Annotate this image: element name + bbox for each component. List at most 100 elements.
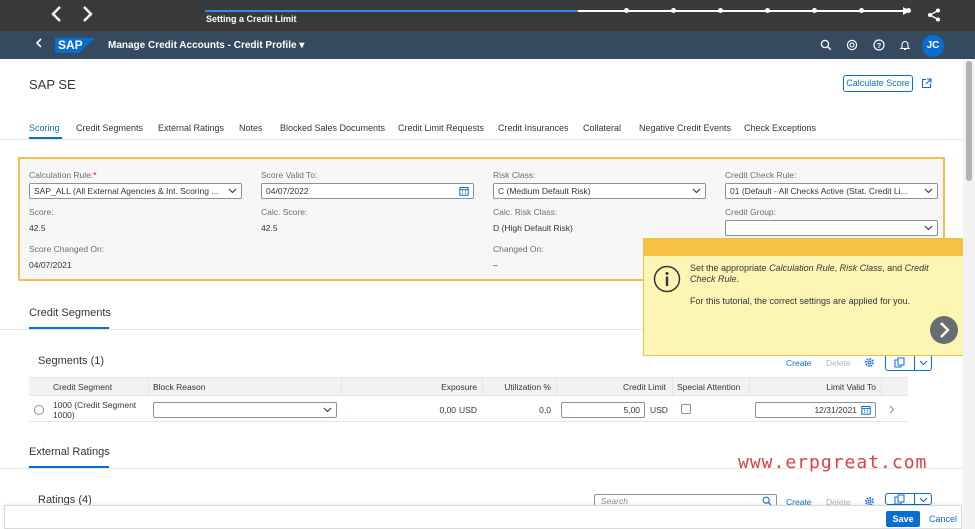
copy-icon <box>894 357 905 370</box>
open-external-icon[interactable] <box>921 78 932 91</box>
credit-limit-currency: USD <box>650 405 668 415</box>
tab-credit-limit-requests[interactable]: Credit Limit Requests <box>398 123 484 133</box>
help-icon[interactable]: ? <box>873 39 885 53</box>
object-title: SAP SE <box>29 77 76 92</box>
chevron-right-icon <box>940 322 950 338</box>
tutorial-end-arrow-icon <box>903 7 910 15</box>
block-reason-select[interactable] <box>153 402 337 418</box>
button-divider <box>914 355 915 370</box>
calc-rule-select[interactable]: SAP_ALL (All External Agencies & Int. Sc… <box>29 183 242 199</box>
table-row[interactable]: 1000 (Credit Segment 1000) 0,00 USD 0,0 … <box>29 397 908 422</box>
popover-header-stripe <box>644 239 966 256</box>
save-button[interactable]: Save <box>886 511 920 527</box>
score-valid-label: Score Valid To: <box>261 170 318 180</box>
limit-valid-to-value: 12/31/2021 <box>814 405 857 415</box>
calculate-score-button[interactable]: Calculate Score <box>843 75 913 92</box>
shell-bar: SAP Manage Credit Accounts - Credit Prof… <box>0 31 975 59</box>
tutorial-step-dot <box>671 8 676 13</box>
col-separator <box>148 378 149 396</box>
col-separator <box>749 378 750 396</box>
tab-collateral[interactable]: Collateral <box>583 123 621 133</box>
segment-text-line2: 1000) <box>53 410 75 420</box>
calc-rule-label-text: Calculation Rule: <box>29 170 94 180</box>
tab-check-exceptions[interactable]: Check Exceptions <box>744 123 816 133</box>
risk-class-select[interactable]: C (Medium Default Risk) <box>493 183 706 199</box>
col-separator <box>672 378 673 396</box>
footer-toolbar: Save Cancel <box>4 505 962 529</box>
chevron-down-icon <box>323 403 332 417</box>
tab-notes[interactable]: Notes <box>239 123 263 133</box>
tutorial-step-dot <box>812 8 817 13</box>
credit-segments-section-title: Credit Segments <box>29 307 111 319</box>
instr-calc-rule: Calculation Rule <box>769 263 835 273</box>
col-separator <box>482 378 483 396</box>
col-separator <box>556 378 557 396</box>
export-menu-button[interactable] <box>885 354 932 371</box>
tab-external-ratings[interactable]: External Ratings <box>158 123 224 133</box>
check-rule-value: 01 (Default - All Checks Active (Stat. C… <box>730 186 908 196</box>
instr-end: . <box>736 274 740 284</box>
info-icon <box>653 265 681 295</box>
instr-risk-class: Risk Class <box>839 263 883 273</box>
share-icon[interactable] <box>927 8 941 24</box>
copilot-icon[interactable] <box>846 39 858 53</box>
chevron-down-icon <box>919 358 928 369</box>
tutorial-bar: Setting a Credit Limit <box>0 0 975 31</box>
chevron-down-icon <box>692 184 701 198</box>
external-ratings-section-title: External Ratings <box>29 446 110 458</box>
tutorial-next-button[interactable] <box>930 316 958 344</box>
cancel-button[interactable]: Cancel <box>929 514 957 524</box>
credit-group-select[interactable] <box>725 220 938 236</box>
export-menu-button[interactable] <box>885 493 932 505</box>
changed-on-label: Changed On: <box>493 244 544 254</box>
credit-limit-input[interactable]: 5,00 <box>561 402 645 418</box>
credit-limit-value: 5,00 <box>623 405 640 415</box>
tab-divider <box>0 139 963 140</box>
col-utilization: Utilization % <box>504 382 551 392</box>
check-rule-select[interactable]: 01 (Default - All Checks Active (Stat. C… <box>725 183 938 199</box>
calendar-icon[interactable] <box>459 186 469 198</box>
special-attention-checkbox[interactable] <box>681 404 691 414</box>
button-divider <box>914 494 915 504</box>
score-changed-value: 04/07/2021 <box>29 260 72 270</box>
tab-negative-credit-events[interactable]: Negative Credit Events <box>639 123 731 133</box>
tab-scoring[interactable]: Scoring <box>29 123 60 133</box>
segment-text: 1000 (Credit Segment <box>53 400 137 410</box>
utilization-value: 0,0 <box>539 405 551 415</box>
score-changed-label: Score Changed On: <box>29 244 105 254</box>
calendar-icon[interactable] <box>861 405 871 417</box>
col-credit-limit: Credit Limit <box>623 382 666 392</box>
row-select-radio[interactable] <box>34 405 44 415</box>
delete-segment-button[interactable]: Delete <box>826 358 851 368</box>
segment-cell: 1000 (Credit Segment 1000) <box>53 400 136 420</box>
popover-note: For this tutorial, the correct settings … <box>690 296 911 306</box>
row-navigation-chevron-icon[interactable] <box>888 405 895 416</box>
tab-blocked-sales-documents[interactable]: Blocked Sales Documents <box>280 123 385 133</box>
instr-sep2: , and <box>882 263 905 273</box>
tutorial-progress-fill <box>205 10 578 12</box>
user-avatar[interactable]: JC <box>922 35 944 57</box>
notifications-bell-icon[interactable] <box>899 39 911 53</box>
search-icon[interactable] <box>820 39 832 53</box>
tutorial-step-dot <box>624 8 629 13</box>
tab-credit-segments[interactable]: Credit Segments <box>76 123 143 133</box>
app-title[interactable]: Manage Credit Accounts - Credit Profile … <box>108 40 304 51</box>
back-icon[interactable] <box>34 35 44 56</box>
tab-credit-insurances[interactable]: Credit Insurances <box>498 123 569 133</box>
limit-valid-to-datepicker[interactable]: 12/31/2021 <box>755 402 876 418</box>
sap-logo[interactable]: SAP <box>55 38 95 53</box>
calc-risk-value: D (High Default Risk) <box>493 223 573 233</box>
calc-rule-label: Calculation Rule:* <box>29 170 97 180</box>
scrollbar-thumb[interactable] <box>966 61 972 181</box>
page-scrollbar[interactable] <box>963 59 975 529</box>
tutorial-forward-icon[interactable] <box>82 5 94 27</box>
chevron-down-icon <box>924 184 933 198</box>
score-valid-datepicker[interactable]: 04/07/2022 <box>261 183 474 199</box>
settings-gear-icon[interactable] <box>864 357 875 370</box>
credit-group-label: Credit Group: <box>725 207 777 217</box>
col-block-reason: Block Reason <box>153 382 206 392</box>
required-marker: * <box>93 170 97 180</box>
create-segment-button[interactable]: Create <box>786 358 812 368</box>
exposure-value: 0,00 <box>439 405 456 415</box>
tutorial-back-icon[interactable] <box>50 5 62 27</box>
